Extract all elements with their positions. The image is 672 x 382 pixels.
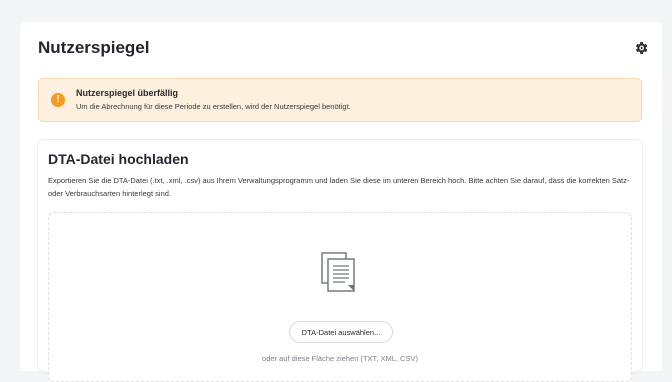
alert-title: Nutzerspiegel überfällig — [76, 88, 179, 98]
file-dropzone[interactable]: DTA-Datei auswählen... oder auf diese Fl… — [48, 212, 632, 382]
overdue-alert: ! Nutzerspiegel überfällig Um die Abrech… — [38, 78, 642, 122]
upload-title: DTA-Datei hochladen — [48, 151, 189, 167]
main-panel: Nutzerspiegel ! Nutzerspiegel überfällig… — [20, 22, 662, 382]
select-file-button[interactable]: DTA-Datei auswählen... — [289, 321, 393, 343]
upload-card: DTA-Datei hochladen Exportieren Sie die … — [38, 140, 642, 382]
document-stack-icon — [321, 252, 355, 292]
exclamation-icon: ! — [51, 93, 65, 107]
drop-hint: oder auf diese Fläche ziehen (TXT, XML, … — [262, 354, 418, 363]
page-title: Nutzerspiegel — [38, 38, 150, 57]
alert-message: Um die Abrechnung für diese Periode zu e… — [76, 102, 351, 111]
upload-description: Exportieren Sie die DTA-Datei (.txt, .xm… — [48, 176, 630, 198]
gear-icon[interactable] — [633, 40, 649, 56]
